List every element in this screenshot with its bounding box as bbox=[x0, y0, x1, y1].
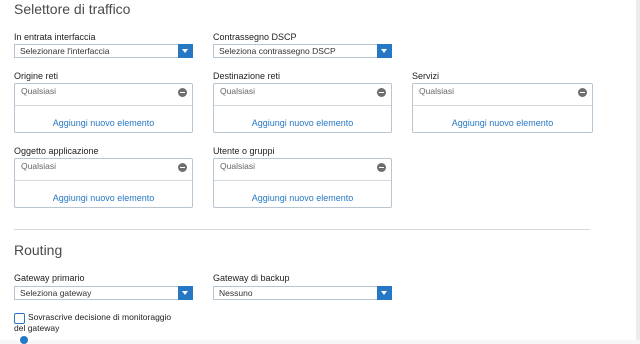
incoming-interface-select[interactable]: Selezionare l'interfaccia bbox=[14, 44, 193, 58]
users-groups-label: Utente o gruppi bbox=[213, 146, 275, 156]
override-gateway-label: Sovrascrive decisione di monitoraggio de… bbox=[14, 312, 172, 333]
chevron-down-icon[interactable] bbox=[178, 44, 193, 58]
source-networks-label: Origine reti bbox=[14, 71, 59, 81]
users-groups-add-button[interactable]: Aggiungi nuovo elemento bbox=[214, 189, 391, 207]
application-object-item: Qualsiasi bbox=[15, 159, 192, 181]
source-networks-value: Qualsiasi bbox=[21, 86, 56, 96]
incoming-interface-value: Selezionare l'interfaccia bbox=[20, 46, 110, 56]
services-value: Qualsiasi bbox=[419, 86, 454, 96]
application-object-label: Oggetto applicazione bbox=[14, 146, 99, 156]
incoming-interface-label: In entrata interfaccia bbox=[14, 32, 96, 42]
source-networks-item: Qualsiasi bbox=[15, 84, 192, 106]
destination-networks-list: Qualsiasi Aggiungi nuovo elemento bbox=[213, 83, 392, 133]
services-item: Qualsiasi bbox=[413, 84, 592, 106]
info-icon[interactable] bbox=[20, 336, 28, 344]
source-networks-add-button[interactable]: Aggiungi nuovo elemento bbox=[15, 114, 192, 132]
primary-gateway-select[interactable]: Seleziona gateway bbox=[14, 286, 193, 300]
destination-networks-value: Qualsiasi bbox=[220, 86, 255, 96]
services-label: Servizi bbox=[412, 71, 440, 81]
chevron-down-icon[interactable] bbox=[377, 44, 392, 58]
primary-gateway-label: Gateway primario bbox=[14, 273, 85, 283]
remove-icon[interactable] bbox=[377, 88, 386, 97]
users-groups-list: Qualsiasi Aggiungi nuovo elemento bbox=[213, 158, 392, 208]
scrollbar-track bbox=[636, 0, 640, 340]
dscp-marking-value: Seleziona contrassegno DSCP bbox=[219, 46, 336, 56]
section-title-traffic-selector: Selettore di traffico bbox=[14, 1, 131, 17]
services-list: Qualsiasi Aggiungi nuovo elemento bbox=[412, 83, 593, 133]
destination-networks-item: Qualsiasi bbox=[214, 84, 391, 106]
application-object-list: Qualsiasi Aggiungi nuovo elemento bbox=[14, 158, 193, 208]
application-object-add-button[interactable]: Aggiungi nuovo elemento bbox=[15, 189, 192, 207]
dscp-marking-select[interactable]: Seleziona contrassegno DSCP bbox=[213, 44, 392, 58]
users-groups-item: Qualsiasi bbox=[214, 159, 391, 181]
section-divider bbox=[14, 229, 590, 230]
primary-gateway-value: Seleziona gateway bbox=[20, 288, 92, 298]
application-object-value: Qualsiasi bbox=[21, 161, 56, 171]
firewall-rule-panel: Selettore di traffico In entrata interfa… bbox=[0, 0, 640, 344]
remove-icon[interactable] bbox=[178, 163, 187, 172]
services-add-button[interactable]: Aggiungi nuovo elemento bbox=[413, 114, 592, 132]
section-title-routing: Routing bbox=[14, 242, 63, 258]
remove-icon[interactable] bbox=[178, 88, 187, 97]
backup-gateway-label: Gateway di backup bbox=[213, 273, 290, 283]
dscp-marking-label: Contrassegno DSCP bbox=[213, 32, 297, 42]
chevron-down-icon[interactable] bbox=[377, 286, 392, 300]
destination-networks-label: Destinazione reti bbox=[213, 71, 281, 81]
backup-gateway-select[interactable]: Nessuno bbox=[213, 286, 392, 300]
remove-icon[interactable] bbox=[377, 163, 386, 172]
chevron-down-icon[interactable] bbox=[178, 286, 193, 300]
users-groups-value: Qualsiasi bbox=[220, 161, 255, 171]
backup-gateway-value: Nessuno bbox=[219, 288, 253, 298]
source-networks-list: Qualsiasi Aggiungi nuovo elemento bbox=[14, 83, 193, 133]
destination-networks-add-button[interactable]: Aggiungi nuovo elemento bbox=[214, 114, 391, 132]
remove-icon[interactable] bbox=[578, 88, 587, 97]
